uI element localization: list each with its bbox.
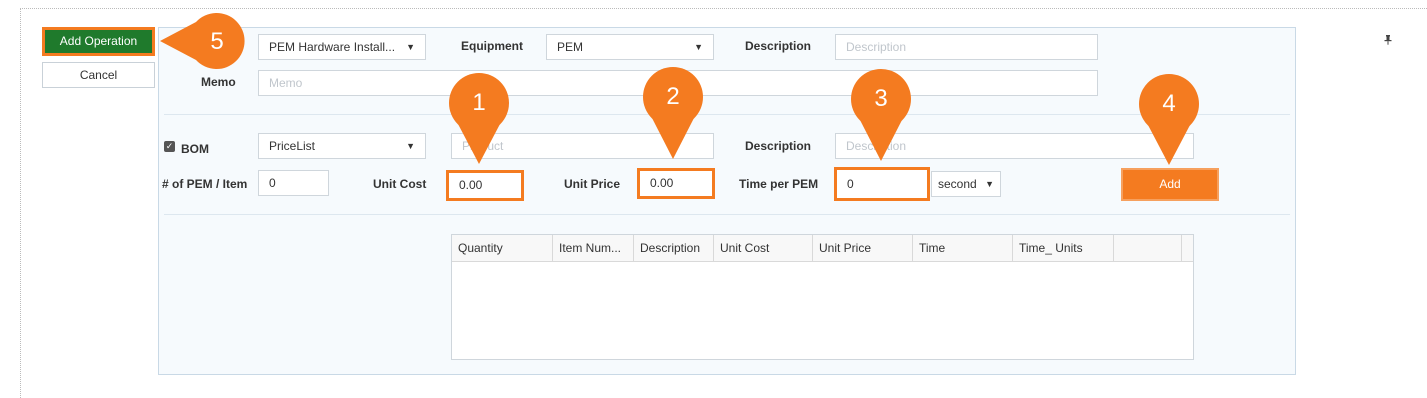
pem-per-item-label: # of PEM / Item (162, 177, 248, 191)
pricelist-select[interactable]: PriceList ▼ (258, 133, 426, 159)
column-header-unit-price[interactable]: Unit Price (813, 235, 913, 261)
chevron-down-icon: ▼ (694, 42, 703, 52)
left-divider (20, 8, 21, 398)
add-operation-button[interactable]: Add Operation (42, 27, 155, 56)
chevron-down-icon: ▼ (406, 141, 415, 151)
unit-price-input[interactable]: 0.00 (637, 168, 715, 199)
equipment-select[interactable]: PEM ▼ (546, 34, 714, 60)
memo-label: Memo (201, 75, 236, 89)
column-header-description[interactable]: Description (634, 235, 714, 261)
pricelist-value: PriceList (269, 139, 316, 153)
bom-description-input[interactable]: Description (835, 133, 1194, 159)
description-input[interactable]: Description (835, 34, 1098, 60)
column-header-time-units[interactable]: Time_ Units (1013, 235, 1114, 261)
chevron-down-icon: ▼ (985, 179, 994, 189)
unit-price-label: Unit Price (564, 177, 621, 191)
bom-description-label: Description (745, 139, 812, 153)
callout-number-3: 3 (874, 85, 888, 112)
bom-label: BOM (181, 142, 209, 156)
add-bom-button[interactable]: Add (1121, 168, 1219, 201)
bom-table: Quantity Item Num... Description Unit Co… (451, 234, 1194, 360)
column-header-extra (1114, 235, 1182, 261)
equipment-label: Equipment (461, 39, 523, 53)
unit-cost-input[interactable]: 0.00 (446, 170, 524, 201)
section-divider (164, 214, 1290, 215)
top-divider (20, 8, 1427, 9)
column-header-item-number[interactable]: Item Num... (553, 235, 634, 261)
operation-select[interactable]: PEM Hardware Install... ▼ (258, 34, 426, 60)
column-header-unit-cost[interactable]: Unit Cost (714, 235, 813, 261)
table-header: Quantity Item Num... Description Unit Co… (452, 235, 1193, 262)
cancel-button[interactable]: Cancel (42, 62, 155, 88)
time-per-pem-input[interactable]: 0 (834, 167, 930, 201)
callout-number-5: 5 (210, 28, 224, 55)
time-per-pem-label: Time per PEM (739, 177, 819, 191)
equipment-value: PEM (557, 40, 584, 54)
description-label: Description (745, 39, 812, 53)
column-header-quantity[interactable]: Quantity (452, 235, 553, 261)
section-divider (164, 114, 1290, 115)
pin-icon[interactable] (1384, 35, 1392, 48)
bom-checkbox[interactable]: ✓ (164, 141, 175, 152)
callout-number-1: 1 (472, 89, 486, 116)
time-unit-select[interactable]: second ▼ (931, 171, 1001, 197)
time-unit-value: second (938, 177, 977, 191)
product-input[interactable]: Product (451, 133, 714, 159)
chevron-down-icon: ▼ (406, 42, 415, 52)
operation-value: PEM Hardware Install... (269, 40, 396, 54)
pem-per-item-input[interactable]: 0 (258, 170, 329, 196)
column-header-time[interactable]: Time (913, 235, 1013, 261)
callout-number-2: 2 (666, 83, 680, 110)
unit-cost-label: Unit Cost (373, 177, 427, 191)
callout-number-4: 4 (1162, 90, 1176, 117)
